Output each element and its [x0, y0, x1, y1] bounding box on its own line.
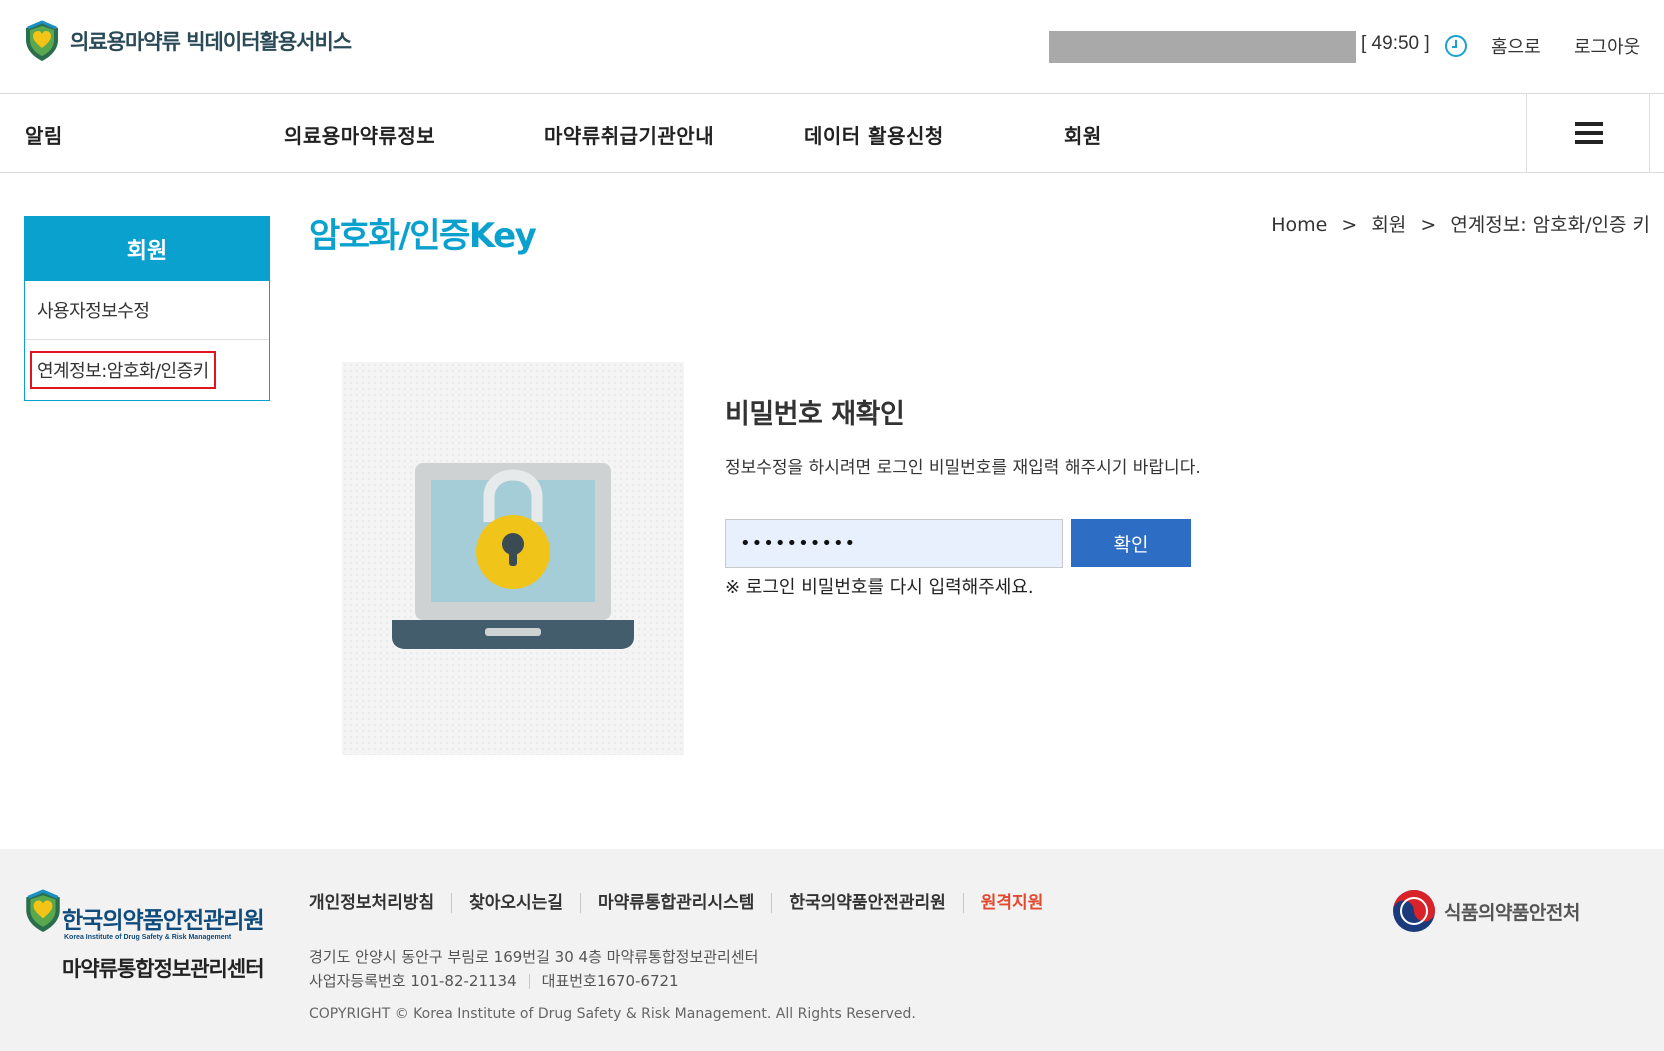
header: 의료용마약류 빅데이터활용서비스 [ 49:50 ] 홈으로 로그아웃: [0, 0, 1664, 94]
site-title: 의료용마약류 빅데이터활용서비스: [70, 30, 352, 54]
password-input[interactable]: ••••••••••: [725, 519, 1063, 568]
nav-item-data-request[interactable]: 데이터 활용신청: [804, 120, 944, 149]
taegeuk-logo-icon: [1393, 890, 1435, 932]
footer-center-name: 마약류통합정보관리센터: [62, 957, 265, 981]
breadcrumb-separator: >: [1341, 214, 1358, 236]
mfds-name: 식품의약품안전처: [1444, 901, 1580, 924]
sidebar-item-label: 연계정보:암호화/인증키: [30, 350, 216, 389]
nav-item-member[interactable]: 회원: [1064, 120, 1102, 149]
footer-copyright: COPYRIGHT © Korea Institute of Drug Safe…: [309, 1006, 916, 1022]
home-link[interactable]: 홈으로: [1491, 33, 1541, 59]
main-nav: 알림 의료용마약류정보 마약류취급기관안내 데이터 활용신청 회원: [0, 94, 1664, 173]
laptop-lock-icon: [392, 463, 634, 649]
sidebar-title: 회원: [25, 217, 269, 281]
footer: 한국의약품안전관리원 Korea Institute of Drug Safet…: [0, 849, 1664, 1051]
password-confirm-title: 비밀번호 재확인: [725, 399, 905, 430]
session-timer: [ 49:50 ]: [1361, 33, 1430, 54]
footer-tel: 대표번호1670-6721: [541, 972, 679, 990]
nav-item-institutions[interactable]: 마약류취급기관안내: [544, 120, 714, 149]
masked-user-info: [1049, 31, 1356, 63]
footer-link-directions[interactable]: 찾아오시는길: [451, 893, 580, 913]
footer-org-name-en: Korea Institute of Drug Safety & Risk Ma…: [64, 934, 232, 941]
footer-org-name: 한국의약품안전관리원: [62, 908, 265, 934]
nav-item-notice[interactable]: 알림: [25, 120, 63, 149]
password-confirm-description: 정보수정을 하시려면 로그인 비밀번호를 재입력 해주시기 바랍니다.: [725, 458, 1201, 478]
footer-address: 경기도 안양시 동안구 부림로 169번길 30 4층 마약류통합정보관리센터: [309, 948, 759, 966]
breadcrumb: Home > 회원 > 연계정보: 암호화/인증 키: [1271, 210, 1650, 237]
hamburger-menu-icon[interactable]: [1526, 94, 1650, 172]
breadcrumb-home[interactable]: Home: [1271, 214, 1327, 236]
shield-heart-logo-icon: [26, 20, 58, 61]
confirm-button[interactable]: 확인: [1071, 519, 1191, 567]
nav-item-drug-info[interactable]: 의료용마약류정보: [284, 120, 435, 149]
sidebar-item-edit-profile[interactable]: 사용자정보수정: [25, 281, 269, 340]
password-input-value: ••••••••••: [740, 533, 857, 554]
footer-link-kids[interactable]: 한국의약품안전관리원: [771, 893, 962, 913]
footer-biz-no: 사업자등록번호 101-82-21134: [309, 972, 517, 990]
footer-links: 개인정보처리방침 찾아오시는길 마약류통합관리시스템 한국의약품안전관리원 원격…: [309, 893, 1060, 913]
sidebar-item-label: 사용자정보수정: [37, 301, 150, 322]
breadcrumb-separator: >: [1420, 214, 1437, 236]
page-title: 암호화/인증Key: [309, 216, 537, 256]
site-logo[interactable]: 의료용마약류 빅데이터활용서비스: [24, 20, 352, 62]
mfds-logo[interactable]: 식품의약품안전처: [1392, 889, 1580, 933]
logout-link[interactable]: 로그아웃: [1574, 33, 1640, 59]
footer-link-nims[interactable]: 마약류통합관리시스템: [579, 893, 771, 913]
clock-icon[interactable]: [1444, 34, 1468, 58]
sidebar: 회원 사용자정보수정 연계정보:암호화/인증키: [24, 216, 270, 401]
footer-link-privacy[interactable]: 개인정보처리방침: [309, 893, 451, 913]
breadcrumb-current: 연계정보: 암호화/인증 키: [1450, 214, 1650, 236]
laptop-lock-illustration: [342, 362, 684, 755]
password-note: ※ 로그인 비밀번호를 다시 입력해주세요.: [725, 577, 1034, 598]
org-shield-logo-icon: [26, 889, 60, 932]
sidebar-item-encryption-key[interactable]: 연계정보:암호화/인증키: [25, 340, 269, 399]
footer-org-logo: 한국의약품안전관리원 Korea Institute of Drug Safet…: [24, 889, 274, 989]
footer-business-info: 사업자등록번호 101-82-21134 대표번호1670-6721: [309, 970, 679, 991]
breadcrumb-member[interactable]: 회원: [1371, 214, 1406, 236]
footer-link-remote-support[interactable]: 원격지원: [962, 893, 1061, 913]
